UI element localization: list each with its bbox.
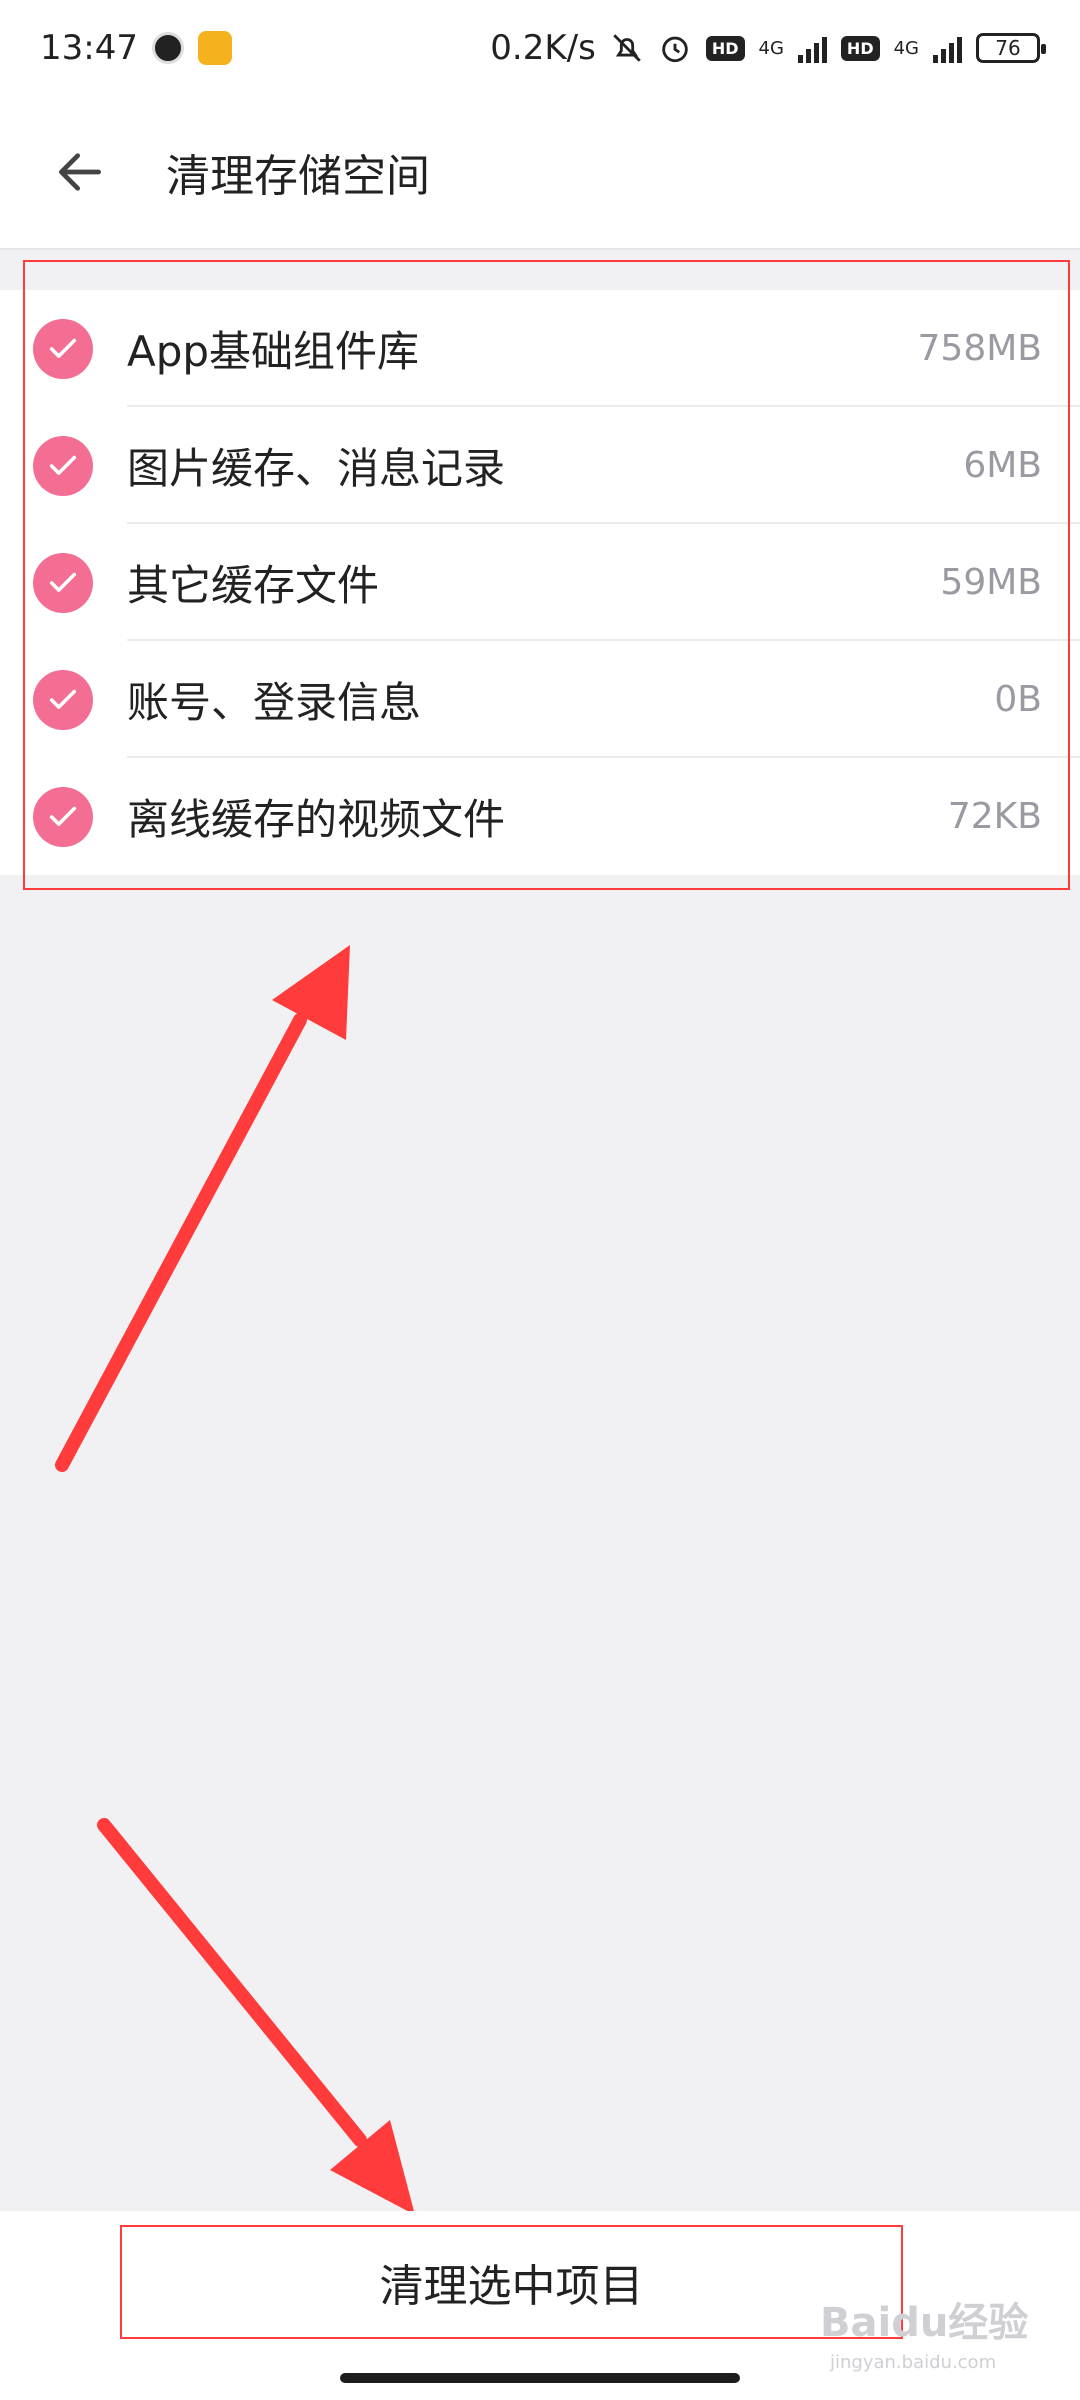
status-time: 13:47 xyxy=(40,28,138,68)
network-label-1: 4G xyxy=(758,37,784,59)
home-indicator[interactable] xyxy=(340,2373,740,2383)
status-bar: 13:47 0.2K/s HD 4G HD 4G 76 xyxy=(0,0,1080,96)
camera-dot-icon xyxy=(151,32,184,64)
mute-bell-icon xyxy=(613,34,641,62)
notification-app-icon xyxy=(197,31,232,65)
hd-badge-1: HD xyxy=(705,35,745,61)
signal-icon-2 xyxy=(933,33,962,63)
arrow-left-icon xyxy=(59,153,101,191)
network-label-2: 4G xyxy=(893,37,919,59)
battery-icon: 76 xyxy=(976,33,1046,63)
watermark-url: jingyan.baidu.com xyxy=(830,2352,997,2373)
annotation-box-button xyxy=(120,2225,903,2339)
signal-icon-1 xyxy=(797,33,827,63)
alarm-icon xyxy=(662,36,688,63)
annotation-arrow-up-icon xyxy=(55,945,350,1472)
annotation-arrow-down-icon xyxy=(97,1818,415,2215)
app-bar: 清理存储空间 xyxy=(0,96,1080,250)
net-speed: 0.2K/s xyxy=(490,28,596,68)
watermark-logo: Baidu经验 xyxy=(820,2300,1029,2346)
hd-badge-2: HD xyxy=(840,35,880,61)
back-button[interactable] xyxy=(20,112,140,232)
annotation-box-list xyxy=(23,260,1070,890)
page-title: 清理存储空间 xyxy=(166,151,430,202)
